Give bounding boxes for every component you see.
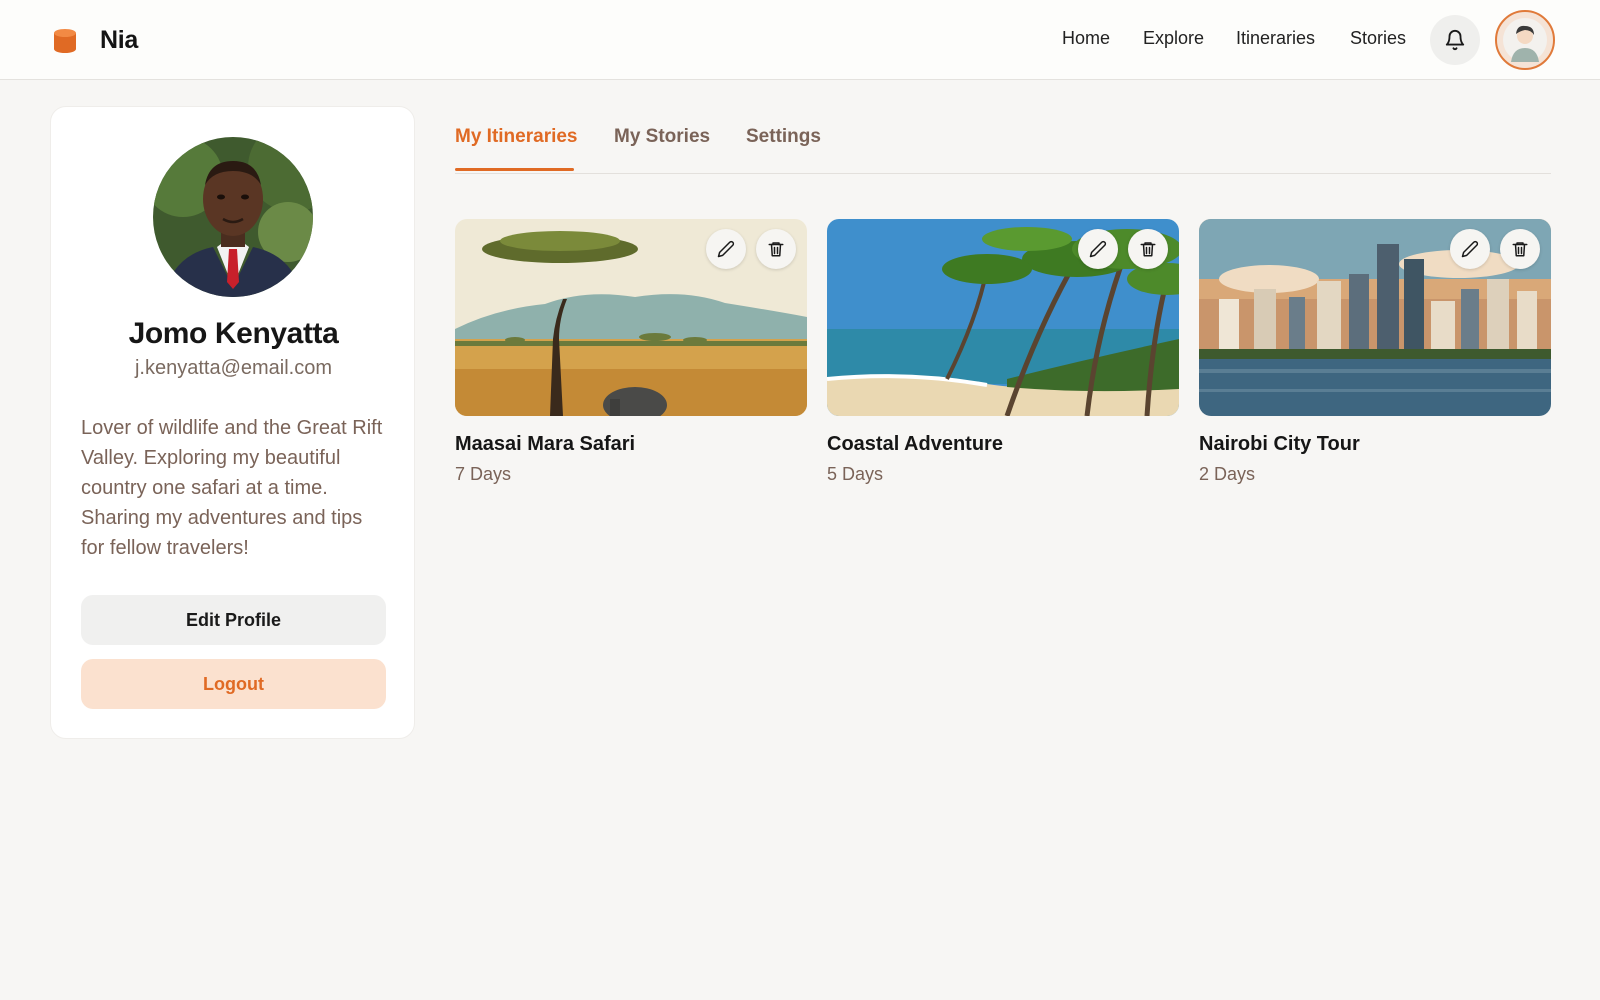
itinerary-image-city [1199, 219, 1551, 416]
profile-card: Jomo Kenyatta j.kenyatta@email.com Lover… [50, 106, 415, 739]
notifications-button[interactable] [1430, 15, 1480, 65]
delete-itinerary-button[interactable] [1500, 229, 1540, 269]
itinerary-duration: 5 Days [827, 464, 884, 484]
edit-profile-button[interactable]: Edit Profile [81, 595, 386, 645]
itinerary-title: Nairobi City Tour [1199, 433, 1360, 455]
bell-icon [1445, 30, 1465, 51]
itinerary-card[interactable]: Maasai Mara Safari 7 Days [455, 219, 807, 489]
pencil-icon [717, 240, 735, 258]
itinerary-title: Maasai Mara Safari [455, 433, 636, 455]
itinerary-card[interactable]: Coastal Adventure 5 Days [827, 219, 1179, 489]
trash-icon [1512, 242, 1528, 257]
edit-itinerary-button[interactable] [1078, 229, 1118, 269]
active-tab-indicator [455, 168, 574, 171]
nav-itineraries[interactable]: Itineraries [1236, 28, 1315, 54]
edit-itinerary-button[interactable] [1450, 229, 1490, 269]
pencil-icon [1461, 240, 1479, 258]
trash-icon [768, 242, 784, 257]
profile-photo [153, 137, 313, 297]
trash-icon [1140, 242, 1156, 257]
profile-bio: Lover of wildlife and the Great Rift Val… [81, 417, 383, 559]
delete-itinerary-button[interactable] [756, 229, 796, 269]
tab-my-itineraries[interactable]: My Itineraries [455, 126, 578, 148]
brand-name: Nia [100, 26, 139, 54]
user-avatar-icon [1503, 18, 1547, 62]
cylinder-logo-icon [54, 28, 76, 53]
top-nav-bar: Nia Home Explore Itineraries Stories [0, 0, 1600, 80]
itinerary-duration: 7 Days [455, 464, 512, 484]
itinerary-title: Coastal Adventure [827, 433, 1003, 455]
profile-name: Jomo Kenyatta [128, 317, 339, 350]
tabs-divider [455, 173, 1551, 174]
itinerary-image-safari [455, 219, 807, 416]
brand[interactable]: Nia [52, 26, 138, 55]
delete-itinerary-button[interactable] [1128, 229, 1168, 269]
nav-explore[interactable]: Explore [1143, 28, 1204, 54]
edit-itinerary-button[interactable] [706, 229, 746, 269]
itinerary-card[interactable]: Nairobi City Tour 2 Days [1199, 219, 1551, 489]
itinerary-duration: 2 Days [1199, 464, 1256, 484]
logout-button[interactable]: Logout [81, 659, 386, 709]
profile-email: j.kenyatta@email.com [134, 357, 333, 379]
nav-stories[interactable]: Stories [1350, 28, 1406, 54]
tab-my-stories[interactable]: My Stories [614, 126, 710, 148]
user-avatar-button[interactable] [1495, 10, 1555, 70]
tab-settings[interactable]: Settings [746, 126, 821, 148]
nav-home[interactable]: Home [1062, 28, 1110, 54]
pencil-icon [1089, 240, 1107, 258]
itinerary-image-coastal [827, 219, 1179, 416]
